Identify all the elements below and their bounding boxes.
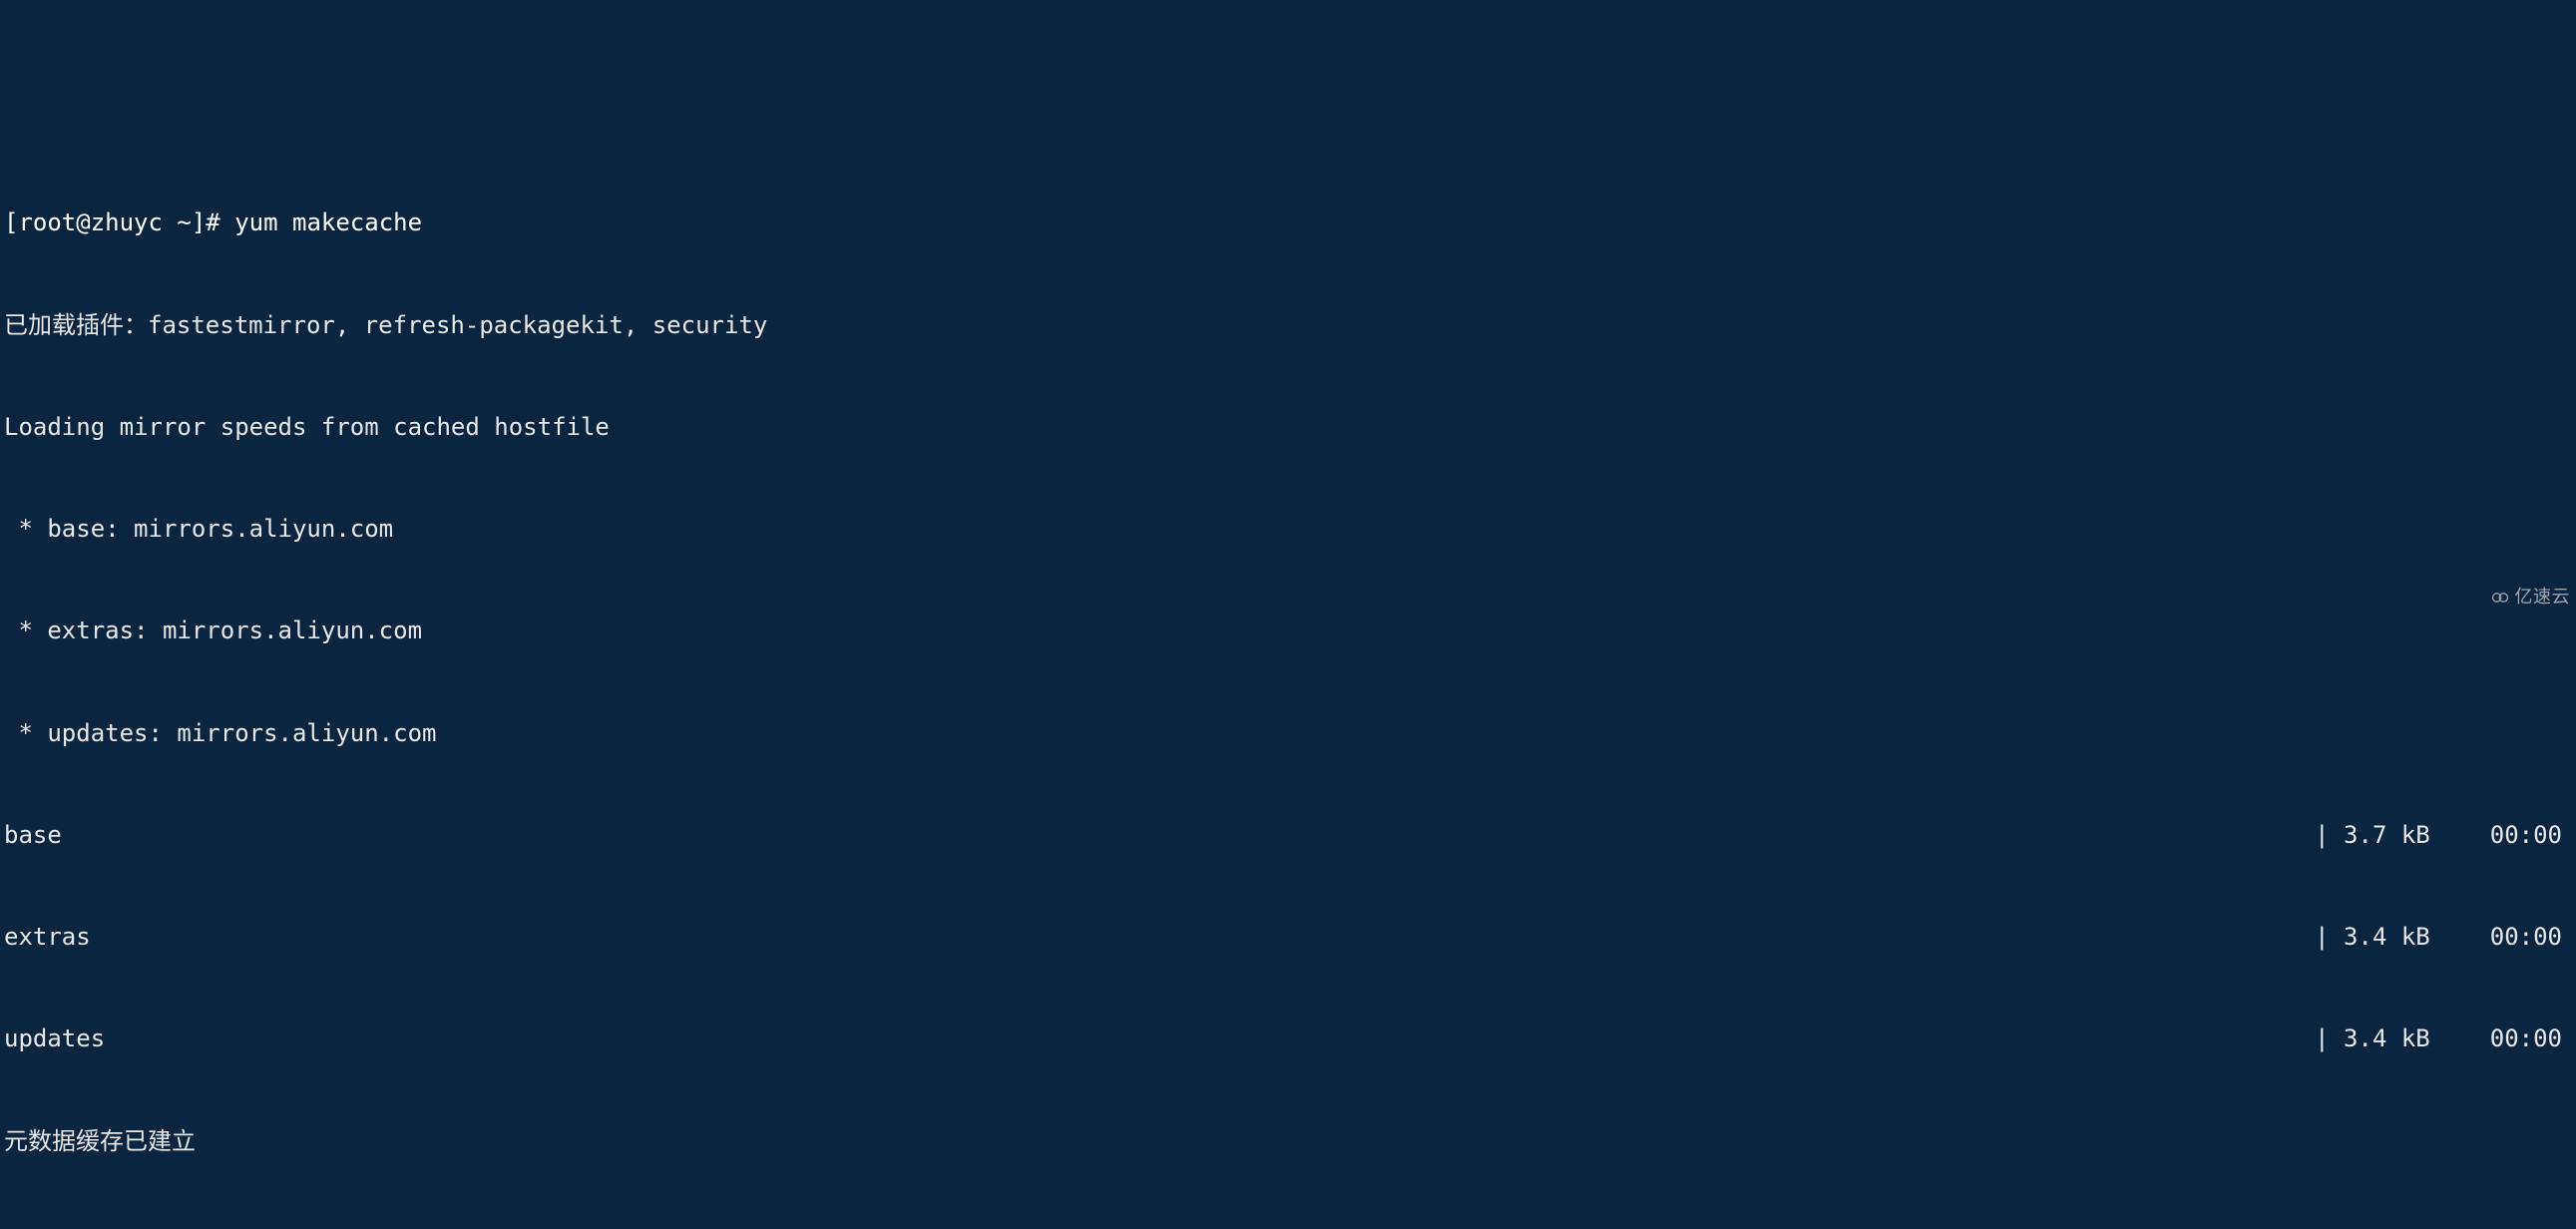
repo-size: | 3.4 kB xyxy=(2315,1022,2490,1055)
repo-row: base | 3.7 kB 00:00 xyxy=(4,818,2572,852)
repo-row: updates | 3.4 kB 00:00 xyxy=(4,1022,2572,1055)
command-text: yum makecache xyxy=(234,208,422,236)
row-spacer xyxy=(62,818,2315,852)
repo-time: 00:00 xyxy=(2490,1022,2572,1055)
mirror-line: * extras: mirrors.aliyun.com xyxy=(4,614,2572,647)
mirror-line: * updates: mirrors.aliyun.com xyxy=(4,716,2572,750)
terminal-output: [root@zhuyc ~]# yum makecache 已加载插件：fast… xyxy=(4,138,2572,1191)
repo-time: 00:00 xyxy=(2490,818,2572,852)
row-spacer xyxy=(91,920,2315,954)
loading-line: Loading mirror speeds from cached hostfi… xyxy=(4,410,2572,444)
repo-time: 00:00 xyxy=(2490,920,2572,954)
repo-name: updates xyxy=(4,1022,105,1055)
cloud-icon xyxy=(2489,587,2511,609)
watermark-text: 亿速云 xyxy=(2515,585,2571,611)
prompt-prefix: [root@zhuyc ~]# xyxy=(4,208,220,236)
prompt-line: [root@zhuyc ~]# yum makecache xyxy=(4,205,2572,239)
repo-size: | 3.7 kB xyxy=(2315,818,2490,852)
repo-name: extras xyxy=(4,920,91,954)
repo-size: | 3.4 kB xyxy=(2315,920,2490,954)
watermark: 亿速云 xyxy=(2489,585,2571,611)
repo-row: extras | 3.4 kB 00:00 xyxy=(4,920,2572,954)
row-spacer xyxy=(105,1022,2315,1055)
plugins-line: 已加载插件：fastestmirror, refresh-packagekit,… xyxy=(4,308,2572,342)
final-line: 元数据缓存已建立 xyxy=(4,1124,2572,1158)
mirror-line: * base: mirrors.aliyun.com xyxy=(4,512,2572,546)
repo-name: base xyxy=(4,818,62,852)
